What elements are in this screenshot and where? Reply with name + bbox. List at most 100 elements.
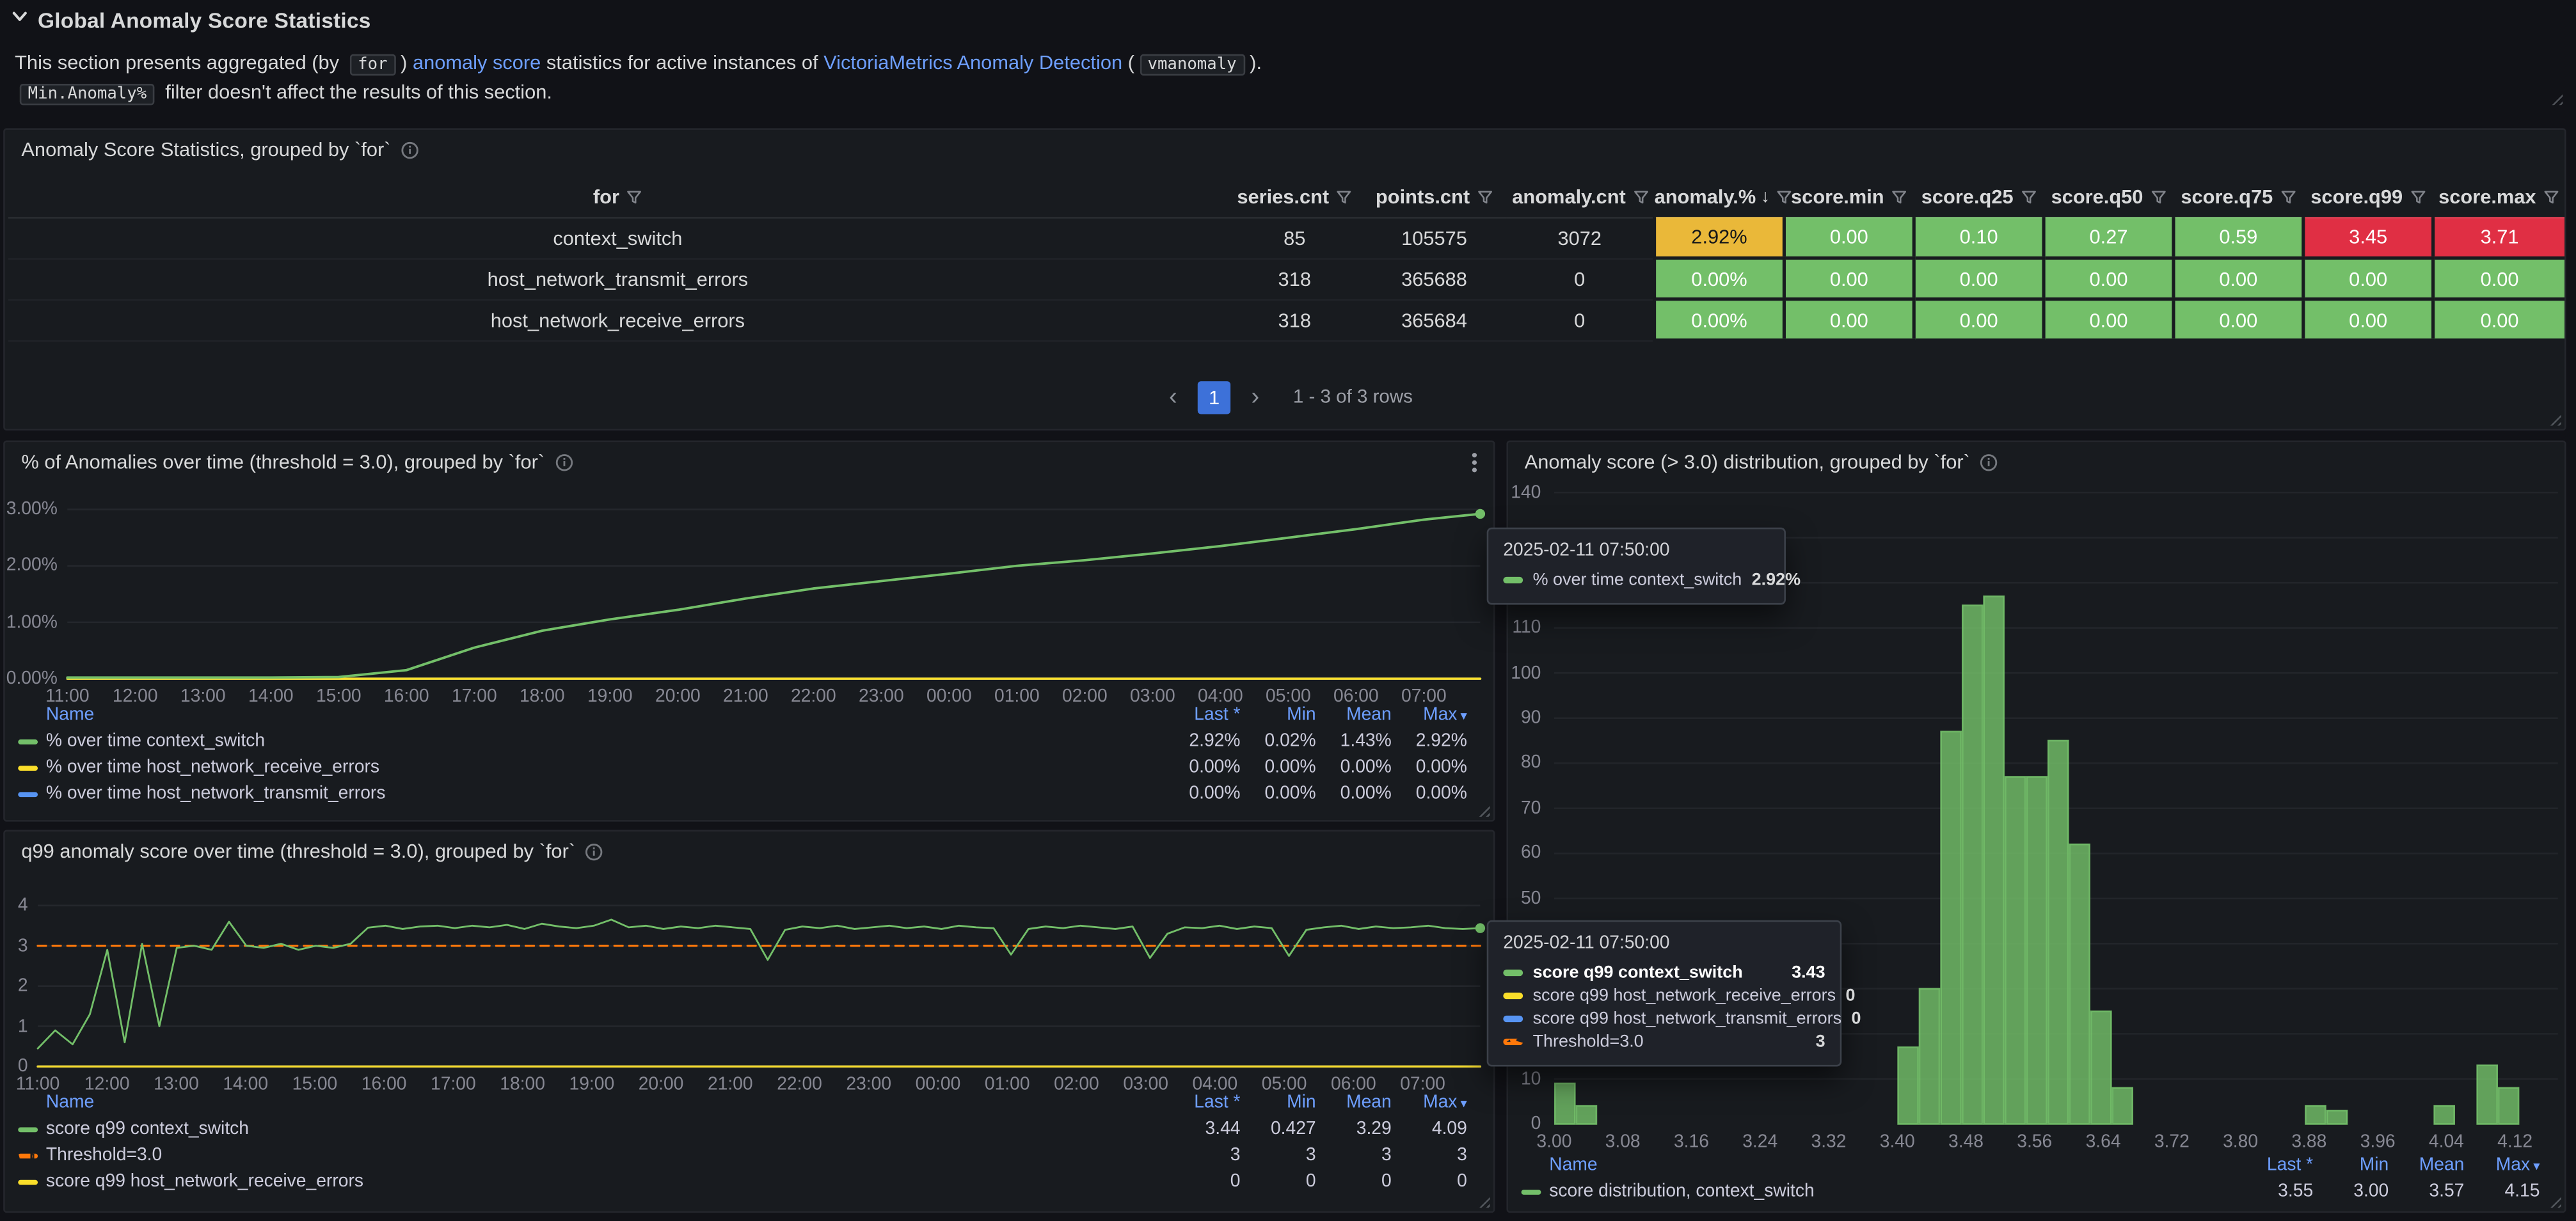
x-axis-label: 3.00 <box>1529 1132 1578 1152</box>
legend-series: score q99 context_switch <box>18 1119 1152 1139</box>
table-cell: 365688 <box>1362 258 1507 299</box>
table-cell: 0.00 <box>2303 299 2433 340</box>
legend-name-header[interactable]: Name <box>18 705 1152 725</box>
filter-icon[interactable] <box>1891 189 1907 205</box>
legend-column-header[interactable]: Last * <box>1152 705 1241 725</box>
filter-icon[interactable] <box>2280 189 2296 205</box>
legend-series-label[interactable]: Threshold=3.0 <box>46 1146 162 1165</box>
y-axis-label: 2 <box>5 976 28 996</box>
filter-icon[interactable] <box>1776 189 1793 205</box>
legend-column-header[interactable]: Mean <box>1316 705 1392 725</box>
legend-column-header[interactable]: Mean <box>2389 1155 2464 1175</box>
filter-icon[interactable] <box>2150 189 2167 205</box>
legend-value: 0.00% <box>1152 784 1241 804</box>
legend-series-label[interactable]: score q99 host_network_receive_errors <box>46 1172 363 1192</box>
table-cell: host_network_receive_errors <box>8 299 1227 340</box>
panel-title: q99 anomaly score over time (threshold =… <box>21 840 575 863</box>
legend-column-header[interactable]: Min <box>2313 1155 2389 1175</box>
info-icon[interactable] <box>585 842 603 860</box>
pagination-summary: 1 - 3 of 3 rows <box>1293 388 1413 407</box>
legend-name-header[interactable]: Name <box>18 1093 1152 1113</box>
column-header-anomaly-[interactable]: anomaly.%↓ <box>1655 176 1785 217</box>
filter-icon[interactable] <box>2020 189 2037 205</box>
series-color-marker <box>1522 1189 1541 1194</box>
panel-title: Anomaly Score Statistics, grouped by `fo… <box>21 138 390 161</box>
filter-icon[interactable] <box>1632 189 1649 205</box>
info-icon[interactable] <box>1980 453 1998 471</box>
info-icon[interactable] <box>555 453 573 471</box>
legend-column-header[interactable]: Last * <box>1152 1093 1241 1113</box>
table-cell: 85 <box>1227 217 1362 258</box>
table-cell: 0.00 <box>2044 299 2174 340</box>
legend-value: 3 <box>1392 1146 1467 1165</box>
current-page-button[interactable]: 1 <box>1198 381 1230 414</box>
filter-icon[interactable] <box>2543 189 2559 205</box>
q99-score-panel: q99 anomaly score over time (threshold =… <box>3 830 1495 1213</box>
panel-title: Anomaly score (> 3.0) distribution, grou… <box>1525 450 1970 473</box>
column-header-score-q75[interactable]: score.q75 <box>2174 176 2303 217</box>
panel-header[interactable]: Anomaly score (> 3.0) distribution, grou… <box>1508 442 2564 482</box>
legend-series-label[interactable]: % over time context_switch <box>46 731 265 751</box>
series-color-marker <box>1503 1016 1523 1022</box>
stats-table-panel: Anomaly Score Statistics, grouped by `fo… <box>3 128 2566 430</box>
stats-table-body: context_switch8510557530722.92%0.000.100… <box>8 217 2564 340</box>
section-title: Global Anomaly Score Statistics <box>38 8 371 33</box>
column-header-score-q99[interactable]: score.q99 <box>2303 176 2433 217</box>
legend-column-header[interactable]: Max▾ <box>1392 705 1467 725</box>
section-header-row[interactable]: Global Anomaly Score Statistics <box>10 3 370 36</box>
x-axis-label: 4.12 <box>2490 1132 2540 1152</box>
anomaly-score-link[interactable]: anomaly score <box>413 51 541 74</box>
info-icon[interactable] <box>401 141 418 159</box>
y-axis-label: 3 <box>5 936 28 956</box>
series-color-marker <box>18 1126 38 1131</box>
legend-header-row: NameLast *MinMeanMax▾ <box>18 702 1467 728</box>
text-segment: filter doesn't affect the results of thi… <box>160 81 552 104</box>
filter-icon[interactable] <box>2409 189 2426 205</box>
panel-header[interactable]: % of Anomalies over time (threshold = 3.… <box>5 442 1493 482</box>
legend-series-label[interactable]: % over time host_network_transmit_errors <box>46 784 386 804</box>
column-header-score-min[interactable]: score.min <box>1784 176 1914 217</box>
table-cell: 0.00% <box>1655 258 1785 299</box>
table-cell: 0.00 <box>2433 258 2564 299</box>
column-header-series-cnt[interactable]: series.cnt <box>1227 176 1362 217</box>
y-axis-label: 0.00% <box>5 669 58 689</box>
legend-series-label[interactable]: score distribution, context_switch <box>1549 1181 1814 1201</box>
column-header-score-q50[interactable]: score.q50 <box>2044 176 2174 217</box>
legend-column-header[interactable]: Last * <box>2225 1155 2314 1175</box>
sort-chevron-icon: ▾ <box>2533 1158 2540 1173</box>
column-header-score-max[interactable]: score.max <box>2433 176 2564 217</box>
filter-icon[interactable] <box>626 189 642 205</box>
column-header-for[interactable]: for <box>8 176 1227 217</box>
table-cell: 0.00 <box>2044 258 2174 299</box>
legend-column-header[interactable]: Min <box>1241 705 1316 725</box>
victoriametrics-anomaly-detection-link[interactable]: VictoriaMetrics Anomaly Detection <box>823 51 1122 74</box>
legend-value: 0.00% <box>1241 757 1316 777</box>
legend-column-header[interactable]: Min <box>1241 1093 1316 1113</box>
legend-value: 0.00% <box>1392 784 1467 804</box>
legend-series-label[interactable]: score q99 context_switch <box>46 1119 249 1139</box>
legend-series-label[interactable]: % over time host_network_receive_errors <box>46 757 379 777</box>
prev-page-button[interactable]: ‹ <box>1157 381 1189 414</box>
sort-desc-icon: ↓ <box>1761 187 1770 207</box>
legend-column-header[interactable]: Mean <box>1316 1093 1392 1113</box>
table-cell: 0 <box>1506 258 1654 299</box>
legend-column-header[interactable]: Max▾ <box>1392 1093 1467 1113</box>
legend-value: 0 <box>1241 1172 1316 1192</box>
column-header-score-q25[interactable]: score.q25 <box>1914 176 2044 217</box>
column-header-anomaly-cnt[interactable]: anomaly.cnt <box>1506 176 1654 217</box>
panel-menu-icon[interactable] <box>1472 451 1477 472</box>
legend-value: 0 <box>1392 1172 1467 1192</box>
column-header-points-cnt[interactable]: points.cnt <box>1362 176 1507 217</box>
legend-name-header[interactable]: Name <box>1522 1155 2225 1175</box>
legend-value: 2.92% <box>1392 731 1467 751</box>
legend-value: 3 <box>1241 1146 1316 1165</box>
filter-icon[interactable] <box>1476 189 1493 205</box>
tooltip-series-value: 0 <box>1846 986 1856 1006</box>
y-axis-label: 10 <box>1508 1069 1541 1089</box>
panel-header[interactable]: Anomaly Score Statistics, grouped by `fo… <box>5 130 2564 169</box>
next-page-button[interactable]: › <box>1239 381 1271 414</box>
table-cell: host_network_transmit_errors <box>8 258 1227 299</box>
legend-column-header[interactable]: Max▾ <box>2464 1155 2540 1175</box>
panel-header[interactable]: q99 anomaly score over time (threshold =… <box>5 831 1493 871</box>
filter-icon[interactable] <box>1335 189 1352 205</box>
